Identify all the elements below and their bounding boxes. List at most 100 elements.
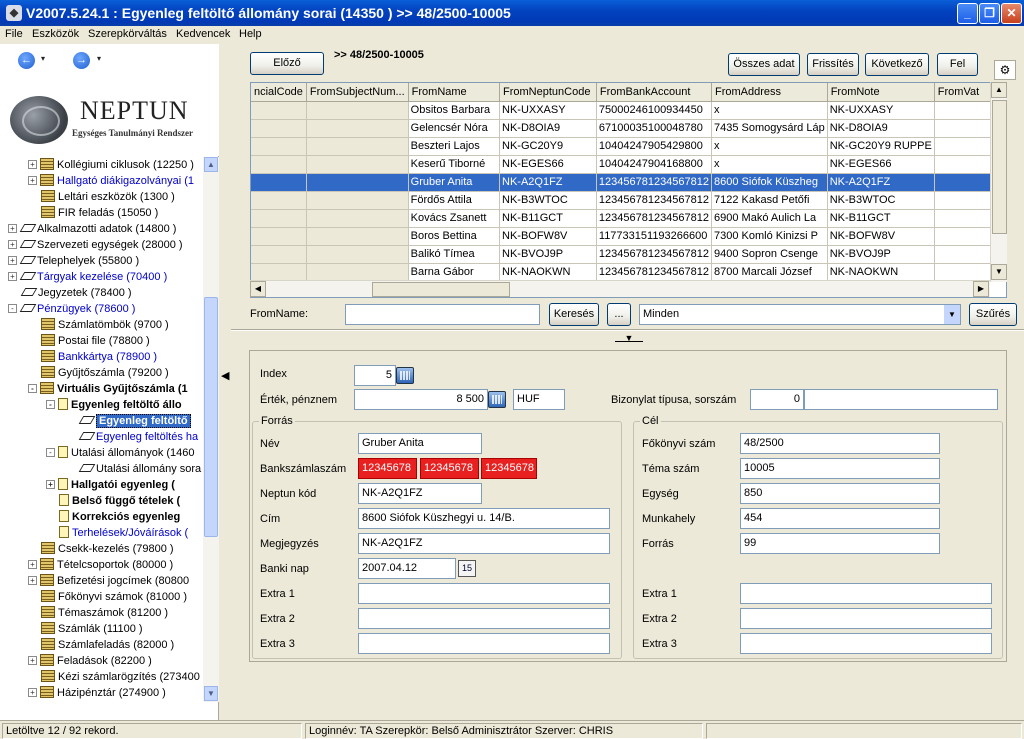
- expand-icon[interactable]: +: [28, 688, 37, 697]
- grid-vertical-scrollbar[interactable]: ▲ ▼: [990, 82, 1007, 282]
- table-cell[interactable]: x: [711, 101, 828, 120]
- up-button[interactable]: Fel: [937, 53, 978, 76]
- table-cell[interactable]: [306, 173, 409, 192]
- source-extra2-input[interactable]: [358, 608, 610, 629]
- table-cell[interactable]: 117733151193266600: [596, 227, 713, 246]
- table-row[interactable]: Gelencsér Nóra NK-D8OIA9 67100035100048780…: [251, 119, 1006, 138]
- table-row[interactable]: Obsitos Barbara NK-UXXASY 7500024610093445…: [251, 101, 1006, 120]
- bank-account-part2[interactable]: 12345678: [420, 458, 479, 479]
- grid-scroll-left-icon[interactable]: ◀: [250, 281, 266, 297]
- table-cell[interactable]: 123456781234567812: [596, 209, 713, 228]
- table-cell[interactable]: 10404247905429800: [596, 137, 713, 156]
- tree-item[interactable]: Csekk-kezelés (79800 ): [28, 541, 174, 557]
- target-extra1-input[interactable]: [740, 583, 992, 604]
- tree-item[interactable]: Számlatömbök (9700 ): [28, 317, 169, 333]
- unit-input[interactable]: 850: [740, 483, 940, 504]
- tree-item[interactable]: Postai file (78800 ): [28, 333, 150, 349]
- table-cell[interactable]: NK-GC20Y9 RUPPE: [827, 137, 935, 156]
- table-cell[interactable]: [306, 101, 409, 120]
- document-number-input[interactable]: [804, 389, 998, 410]
- table-cell[interactable]: 7435 Somogysárd Láp: [711, 119, 828, 138]
- table-cell[interactable]: [251, 209, 307, 228]
- table-row[interactable]: Fördős Attila NK-B3WTOC 123456781234567812…: [251, 191, 1006, 210]
- address-input[interactable]: 8600 Siófok Küszhegyi u. 14/B.: [358, 508, 610, 529]
- grid-scroll-right-icon[interactable]: ▶: [973, 281, 989, 297]
- table-row[interactable]: Kovács Zsanett NK-B11GCT 12345678123456781…: [251, 209, 1006, 228]
- search-button[interactable]: Keresés: [549, 303, 599, 326]
- collapse-icon[interactable]: -: [8, 304, 17, 313]
- collapse-left-icon[interactable]: ◀: [221, 369, 229, 397]
- table-cell[interactable]: Gruber Anita: [408, 173, 501, 192]
- scroll-up-icon[interactable]: ▲: [204, 157, 218, 172]
- tree-item[interactable]: - Utalási állományok (1460: [46, 445, 195, 461]
- tree-item[interactable]: Kézi számlarögzítés (273400: [28, 669, 200, 685]
- table-cell[interactable]: NK-B11GCT: [499, 209, 597, 228]
- filter-mode-select[interactable]: Minden ▼: [639, 304, 961, 325]
- bank-account-part1[interactable]: 12345678: [358, 458, 417, 479]
- tree-scroll-thumb[interactable]: [204, 297, 218, 537]
- table-cell[interactable]: [251, 155, 307, 174]
- tree-item[interactable]: Gyűjtőszámla (79200 ): [28, 365, 169, 381]
- menu-role-switch[interactable]: Szerepkörváltás: [88, 28, 167, 40]
- table-cell[interactable]: 75000246100934450: [596, 101, 713, 120]
- tree-item[interactable]: + Befizetési jogcímek (80800: [28, 573, 189, 589]
- source-extra1-input[interactable]: [358, 583, 610, 604]
- all-data-button[interactable]: Összes adat: [728, 53, 800, 76]
- table-cell[interactable]: NK-D8OIA9: [499, 119, 597, 138]
- table-cell[interactable]: NK-B11GCT: [827, 209, 935, 228]
- tree-item[interactable]: + Tárgyak kezelése (70400 ): [8, 269, 167, 285]
- table-cell[interactable]: 7300 Komló Kinizsi P: [711, 227, 828, 246]
- tree-item[interactable]: + Kollégiumi ciklusok (12250 ): [28, 157, 194, 173]
- table-cell[interactable]: 123456781234567812: [596, 263, 713, 282]
- table-cell[interactable]: 10404247904168800: [596, 155, 713, 174]
- target-extra3-input[interactable]: [740, 633, 992, 654]
- scroll-down-icon[interactable]: ▼: [204, 686, 218, 701]
- tree-item[interactable]: Utalási állomány sora: [66, 461, 201, 477]
- name-input[interactable]: Gruber Anita: [358, 433, 482, 454]
- table-row[interactable]: Gruber Anita NK-A2Q1FZ 123456781234567812 8…: [251, 173, 1006, 192]
- tree-item[interactable]: Számlák (11100 ): [28, 621, 143, 637]
- expand-icon[interactable]: +: [8, 224, 17, 233]
- table-cell[interactable]: Keserű Tiborné: [408, 155, 501, 174]
- target-source-input[interactable]: 99: [740, 533, 940, 554]
- prev-button[interactable]: Előző: [250, 52, 324, 75]
- table-cell[interactable]: NK-EGES66: [827, 155, 935, 174]
- table-cell[interactable]: NK-D8OIA9: [827, 119, 935, 138]
- table-cell[interactable]: Barna Gábor: [408, 263, 501, 282]
- table-cell[interactable]: 6900 Makó Aulich La: [711, 209, 828, 228]
- tree-item[interactable]: + Szervezeti egységek (28000 ): [8, 237, 183, 253]
- table-cell[interactable]: [306, 155, 409, 174]
- expand-icon[interactable]: +: [28, 576, 37, 585]
- tree-item[interactable]: + Alkalmazotti adatok (14800 ): [8, 221, 176, 237]
- grid-hscroll-thumb[interactable]: [372, 282, 510, 297]
- calendar-icon[interactable]: 15: [458, 560, 476, 577]
- table-cell[interactable]: NK-B3WTOC: [499, 191, 597, 210]
- tree-item[interactable]: Leltári eszközök (1300 ): [28, 189, 175, 205]
- table-cell[interactable]: NK-EGES66: [499, 155, 597, 174]
- next-button[interactable]: Következő: [865, 53, 929, 76]
- tree-item[interactable]: - Virtuális Gyűjtőszámla (1: [28, 381, 188, 397]
- note-input[interactable]: NK-A2Q1FZ: [358, 533, 610, 554]
- table-cell[interactable]: NK-UXXASY: [499, 101, 597, 120]
- table-cell[interactable]: Kovács Zsanett: [408, 209, 501, 228]
- collapse-icon[interactable]: -: [46, 448, 55, 457]
- tree-item[interactable]: Bankkártya (78900 ): [28, 349, 157, 365]
- maximize-button[interactable]: ❐: [979, 3, 1000, 24]
- expand-icon[interactable]: +: [28, 560, 37, 569]
- source-extra3-input[interactable]: [358, 633, 610, 654]
- grid-column-header[interactable]: ncialCode: [251, 83, 307, 102]
- table-cell[interactable]: [306, 263, 409, 282]
- table-cell[interactable]: NK-GC20Y9: [499, 137, 597, 156]
- table-cell[interactable]: Fördős Attila: [408, 191, 501, 210]
- table-cell[interactable]: 9400 Sopron Csenge: [711, 245, 828, 264]
- grid-column-header[interactable]: FromName: [408, 83, 501, 102]
- menu-file[interactable]: File: [5, 28, 23, 40]
- table-cell[interactable]: [306, 119, 409, 138]
- tree-item[interactable]: Főkönyvi számok (81000 ): [28, 589, 187, 605]
- table-cell[interactable]: [251, 191, 307, 210]
- document-type-input[interactable]: 0: [750, 389, 804, 410]
- table-cell[interactable]: [251, 173, 307, 192]
- filter-input[interactable]: [345, 304, 540, 325]
- table-row[interactable]: Keserű Tiborné NK-EGES66 10404247904168800…: [251, 155, 1006, 174]
- grid-scroll-down-icon[interactable]: ▼: [991, 264, 1007, 280]
